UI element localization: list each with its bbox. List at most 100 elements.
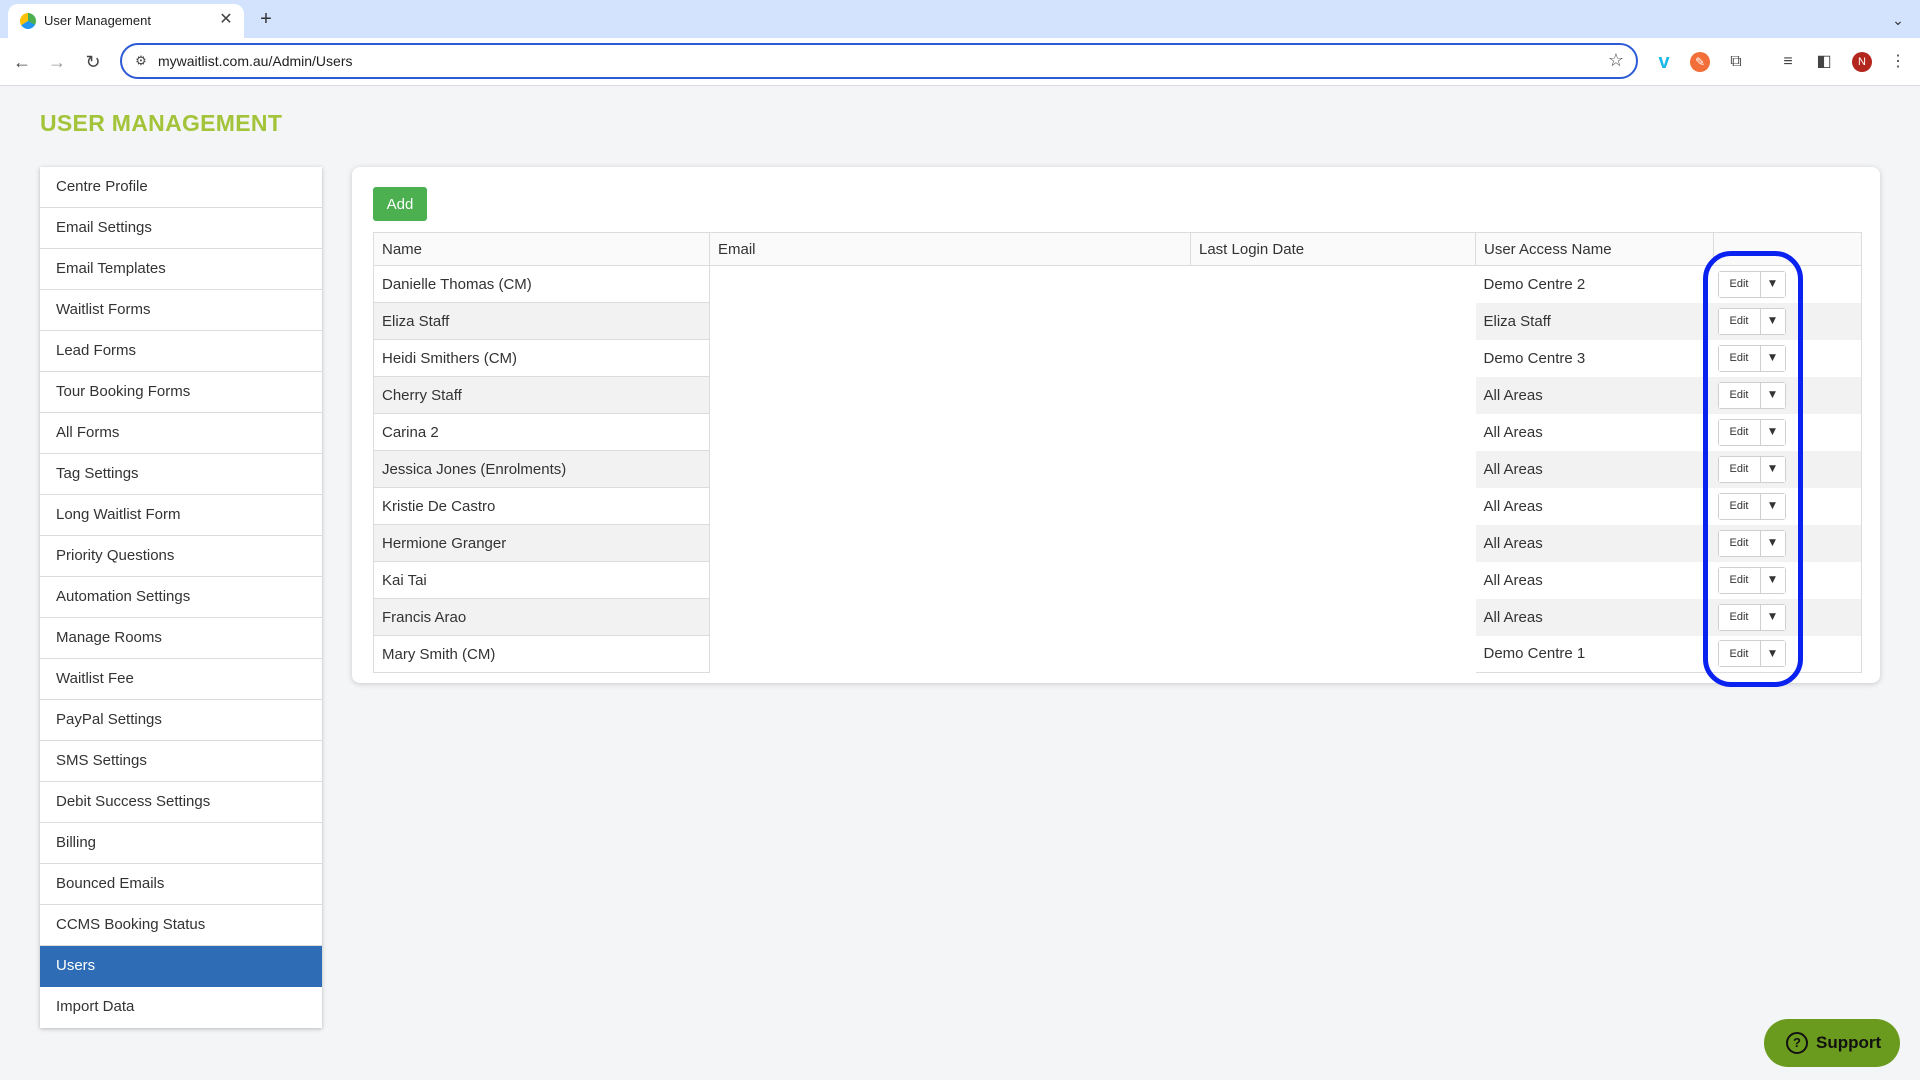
help-question-icon: ? xyxy=(1786,1032,1808,1054)
sidebar-item-email-templates[interactable]: Email Templates xyxy=(40,249,322,290)
sidebar-item-lead-forms[interactable]: Lead Forms xyxy=(40,331,322,372)
tab-search-icon[interactable]: ⌄ xyxy=(1886,8,1910,32)
cell-last-login xyxy=(1190,376,1476,414)
column-header-user-access[interactable]: User Access Name xyxy=(1475,232,1714,266)
browser-tab-bar: User Management ✕ + ⌄ xyxy=(0,0,1920,38)
edit-button-group: Edit ▼ xyxy=(1717,492,1786,520)
cell-actions: Edit ▼ xyxy=(1713,450,1862,488)
back-arrow-icon[interactable]: ← xyxy=(10,50,34,74)
edit-button[interactable]: Edit xyxy=(1718,567,1761,593)
sidebar-item-waitlist-forms[interactable]: Waitlist Forms xyxy=(40,290,322,331)
sidebar-item-waitlist-fee[interactable]: Waitlist Fee xyxy=(40,659,322,700)
dropdown-caret-icon[interactable]: ▼ xyxy=(1760,419,1785,445)
cell-last-login xyxy=(1190,450,1476,488)
sidebar-item-sms-settings[interactable]: SMS Settings xyxy=(40,741,322,782)
cell-last-login xyxy=(1190,524,1476,562)
sidebar-item-debit-success-settings[interactable]: Debit Success Settings xyxy=(40,782,322,823)
close-tab-icon[interactable]: ✕ xyxy=(216,10,236,30)
cell-user-access: All Areas xyxy=(1483,497,1543,515)
dropdown-caret-icon[interactable]: ▼ xyxy=(1760,604,1785,630)
sidebar-item-centre-profile[interactable]: Centre Profile xyxy=(40,167,322,208)
sidebar-item-users[interactable]: Users xyxy=(40,946,322,987)
cell-actions: Edit ▼ xyxy=(1713,376,1862,414)
cell-name: Jessica Jones (Enrolments) xyxy=(373,450,710,488)
browser-toolbar: ← → ↻ ⚙ mywaitlist.com.au/Admin/Users ☆ … xyxy=(0,38,1920,86)
sidebar-item-billing[interactable]: Billing xyxy=(40,823,322,864)
edit-button[interactable]: Edit xyxy=(1718,530,1761,556)
sidebar-item-manage-rooms[interactable]: Manage Rooms xyxy=(40,618,322,659)
table-row: Carina 2 All Areas Edit ▼ xyxy=(373,413,1862,451)
add-user-button[interactable]: Add xyxy=(373,187,427,221)
dropdown-caret-icon[interactable]: ▼ xyxy=(1760,567,1785,593)
sidebar-item-email-settings[interactable]: Email Settings xyxy=(40,208,322,249)
sidebar-item-priority-questions[interactable]: Priority Questions xyxy=(40,536,322,577)
star-icon[interactable]: ☆ xyxy=(1608,50,1624,71)
edit-button[interactable]: Edit xyxy=(1718,382,1761,408)
cell-last-login xyxy=(1190,302,1476,340)
edit-button[interactable]: Edit xyxy=(1718,604,1761,630)
cell-actions: Edit ▼ xyxy=(1713,265,1862,303)
sidebar-item-automation-settings[interactable]: Automation Settings xyxy=(40,577,322,618)
dropdown-caret-icon[interactable]: ▼ xyxy=(1760,382,1785,408)
support-button[interactable]: ? Support xyxy=(1764,1019,1900,1067)
cell-actions: Edit ▼ xyxy=(1713,598,1862,636)
sidebar-item-import-data[interactable]: Import Data xyxy=(40,987,322,1028)
browser-tab[interactable]: User Management ✕ xyxy=(8,4,244,38)
address-url[interactable]: mywaitlist.com.au/Admin/Users xyxy=(158,53,353,69)
cell-name: Danielle Thomas (CM) xyxy=(373,265,710,303)
cell-email xyxy=(709,302,1191,340)
edit-button[interactable]: Edit xyxy=(1718,456,1761,482)
sidebar-item-long-waitlist-form[interactable]: Long Waitlist Form xyxy=(40,495,322,536)
cell-email xyxy=(709,598,1191,636)
dropdown-caret-icon[interactable]: ▼ xyxy=(1760,345,1785,371)
cell-user-access: Demo Centre 1 xyxy=(1475,635,1714,673)
media-controls-icon[interactable]: ≡ xyxy=(1776,50,1800,74)
cell-name: Eliza Staff xyxy=(373,302,710,340)
address-bar[interactable]: ⚙ mywaitlist.com.au/Admin/Users ☆ xyxy=(120,43,1638,79)
edit-button-group: Edit ▼ xyxy=(1717,270,1786,298)
column-header-name[interactable]: Name xyxy=(373,232,710,266)
cell-last-login xyxy=(1190,487,1476,525)
dropdown-caret-icon[interactable]: ▼ xyxy=(1760,308,1785,334)
cell-last-login xyxy=(1190,339,1476,377)
cell-name: Francis Arao xyxy=(373,598,710,636)
new-tab-icon[interactable]: + xyxy=(254,8,278,32)
orange-extension-icon[interactable]: ✎ xyxy=(1690,52,1710,72)
cell-actions: Edit ▼ xyxy=(1713,339,1862,377)
edit-button[interactable]: Edit xyxy=(1718,271,1761,297)
dropdown-caret-icon[interactable]: ▼ xyxy=(1760,530,1785,556)
cell-email xyxy=(709,450,1191,488)
cell-name: Mary Smith (CM) xyxy=(373,635,710,673)
edit-button[interactable]: Edit xyxy=(1718,308,1761,334)
puzzle-extensions-icon[interactable]: ⧉ xyxy=(1724,50,1748,74)
dropdown-caret-icon[interactable]: ▼ xyxy=(1760,493,1785,519)
profile-avatar[interactable]: N xyxy=(1852,52,1872,72)
edit-button[interactable]: Edit xyxy=(1718,493,1761,519)
cell-user-access: All Areas xyxy=(1475,376,1714,414)
site-settings-icon[interactable]: ⚙ xyxy=(132,52,150,70)
sidebar-item-bounced-emails[interactable]: Bounced Emails xyxy=(40,864,322,905)
column-header-last-login[interactable]: Last Login Date xyxy=(1190,232,1476,266)
edit-button[interactable]: Edit xyxy=(1718,641,1761,667)
forward-arrow-icon[interactable]: → xyxy=(45,50,69,74)
kebab-menu-icon[interactable]: ⋮ xyxy=(1886,50,1910,74)
dropdown-caret-icon[interactable]: ▼ xyxy=(1760,456,1785,482)
edit-button[interactable]: Edit xyxy=(1718,345,1761,371)
sidebar-item-tour-booking-forms[interactable]: Tour Booking Forms xyxy=(40,372,322,413)
sidebar-item-all-forms[interactable]: All Forms xyxy=(40,413,322,454)
edit-button[interactable]: Edit xyxy=(1718,419,1761,445)
cell-last-login xyxy=(1190,265,1476,303)
cell-user-access: Eliza Staff xyxy=(1475,302,1714,340)
side-panel-icon[interactable]: ◧ xyxy=(1812,50,1836,74)
column-header-email[interactable]: Email xyxy=(709,232,1191,266)
sidebar-item-tag-settings[interactable]: Tag Settings xyxy=(40,454,322,495)
dropdown-caret-icon[interactable]: ▼ xyxy=(1760,271,1785,297)
cell-user-access: All Areas xyxy=(1475,598,1714,636)
sidebar-item-ccms-booking-status[interactable]: CCMS Booking Status xyxy=(40,905,322,946)
cell-last-login xyxy=(1190,598,1476,636)
sidebar-item-paypal-settings[interactable]: PayPal Settings xyxy=(40,700,322,741)
table-row: Danielle Thomas (CM) Demo Centre 2 Edit ▼ xyxy=(373,265,1862,303)
reload-icon[interactable]: ↻ xyxy=(81,50,105,74)
dropdown-caret-icon[interactable]: ▼ xyxy=(1760,641,1785,667)
vimeo-extension-icon[interactable]: v xyxy=(1652,50,1676,74)
